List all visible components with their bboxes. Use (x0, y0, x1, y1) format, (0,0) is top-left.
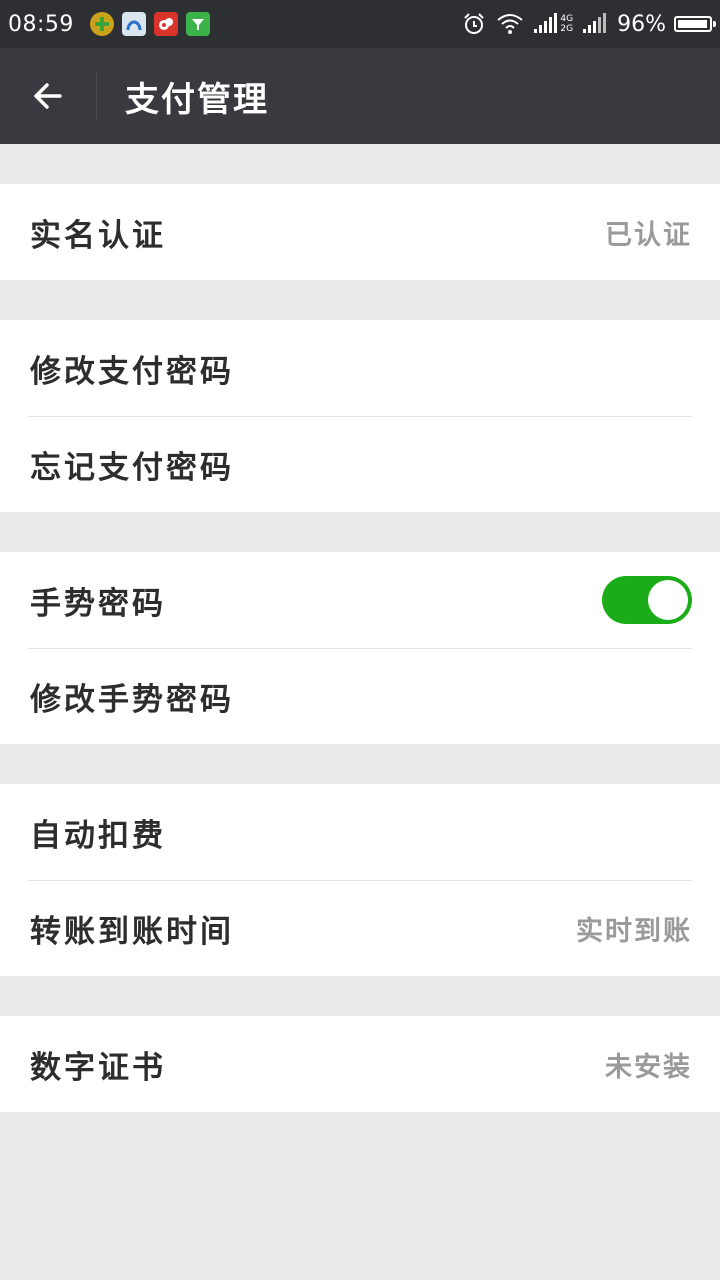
network-label-4g: 4G (560, 14, 574, 24)
row-value: 实时到账 (576, 915, 692, 947)
row-label: 修改手势密码 (30, 681, 234, 718)
green-app-icon (185, 12, 210, 36)
signal-4g-icon: 4G 2G (534, 13, 573, 35)
app-bar-divider (96, 72, 97, 120)
weibo-app-icon (153, 12, 178, 36)
row-label: 修改支付密码 (30, 353, 234, 390)
alarm-icon (462, 12, 486, 36)
row-digital-certificate[interactable]: 数字证书 未安装 (0, 1016, 720, 1112)
row-real-name-verification[interactable]: 实名认证 已认证 (0, 184, 720, 280)
page-title: 支付管理 (125, 79, 269, 120)
back-arrow-icon (34, 83, 62, 109)
row-label: 实名认证 (30, 217, 166, 254)
row-gesture-password: 手势密码 (0, 552, 720, 648)
battery-icon (674, 16, 716, 32)
status-indicators: 4G 2G 96% (452, 0, 716, 48)
row-label: 手势密码 (30, 585, 166, 622)
settings-group-identity: 实名认证 已认证 (0, 184, 720, 280)
status-time: 08:59 (8, 11, 74, 37)
row-value: 已认证 (605, 219, 692, 251)
row-auto-deduction[interactable]: 自动扣费 (0, 784, 720, 880)
row-label: 数字证书 (30, 1049, 166, 1086)
back-button[interactable] (0, 48, 96, 144)
wifi-icon (496, 13, 524, 35)
row-change-gesture-password[interactable]: 修改手势密码 (0, 648, 720, 744)
toggle-knob (648, 580, 688, 620)
gesture-password-toggle[interactable] (602, 576, 692, 624)
row-change-payment-password[interactable]: 修改支付密码 (0, 320, 720, 416)
row-label: 自动扣费 (30, 817, 166, 854)
game-app-icon (89, 12, 114, 36)
browser-app-icon (121, 12, 146, 36)
row-transfer-arrival-time[interactable]: 转账到账时间 实时到账 (0, 880, 720, 976)
row-forgot-payment-password[interactable]: 忘记支付密码 (0, 416, 720, 512)
battery-percent: 96% (617, 11, 666, 37)
settings-group-certificate: 数字证书 未安装 (0, 1016, 720, 1112)
row-value: 未安装 (605, 1051, 692, 1083)
battery-level-fill (678, 20, 707, 28)
settings-group-payment-password: 修改支付密码 忘记支付密码 (0, 320, 720, 512)
status-bar: 08:59 4G 2G 96% (0, 0, 720, 48)
settings-group-gesture: 手势密码 修改手势密码 (0, 552, 720, 744)
settings-group-transfer: 自动扣费 转账到账时间 实时到账 (0, 784, 720, 976)
row-label: 转账到账时间 (30, 913, 234, 950)
notification-icons (82, 12, 210, 36)
signal-2g-icon (583, 13, 607, 35)
network-type-labels: 4G 2G (560, 14, 573, 34)
network-label-2g: 2G (560, 24, 574, 34)
row-label: 忘记支付密码 (30, 449, 234, 486)
app-bar: 支付管理 (0, 48, 720, 144)
